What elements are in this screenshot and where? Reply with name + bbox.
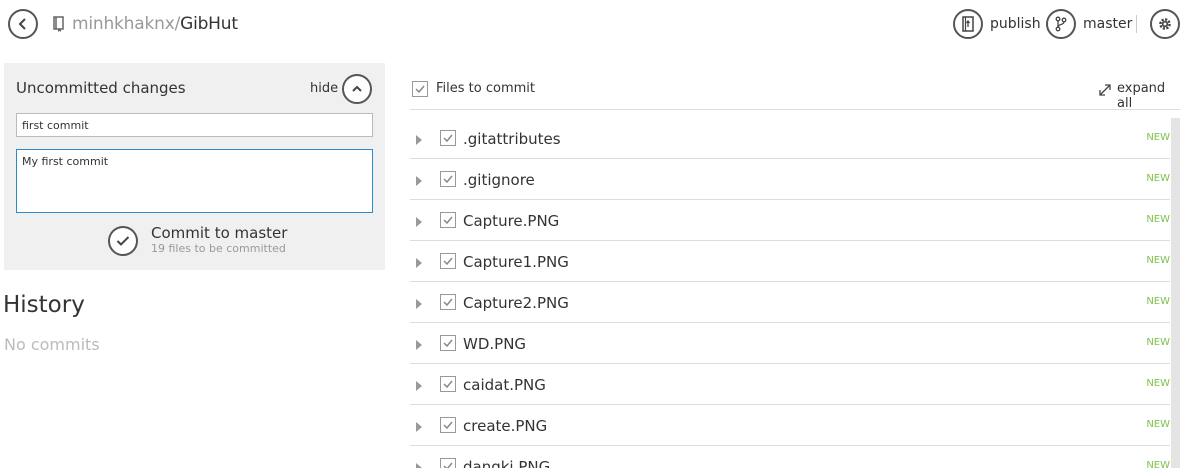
checkmark-icon [443,175,453,183]
hide-label[interactable]: hide [310,81,338,96]
file-row[interactable]: WD.PNG NEW [410,323,1170,364]
checkmark-icon [415,85,425,93]
publish-label[interactable]: publish [990,16,1041,32]
expand-arrow-icon[interactable] [415,459,423,468]
file-status-badge: NEW [1146,173,1170,184]
file-checkbox[interactable] [440,335,456,351]
expand-arrow-icon[interactable] [415,254,423,273]
expand-arrow-icon[interactable] [415,131,423,150]
select-all-checkbox[interactable] [412,81,428,97]
file-name: create.PNG [463,417,548,435]
file-name: .gitattributes [463,130,561,148]
files-header: Files to commit expand all [410,74,1180,111]
file-row[interactable]: .gitignore NEW [410,159,1170,200]
file-checkbox[interactable] [440,376,456,392]
publish-button[interactable] [953,9,983,39]
file-row[interactable]: Capture1.PNG NEW [410,241,1170,282]
file-row[interactable]: .gitattributes NEW [410,118,1170,159]
header-divider [1136,15,1137,33]
repo-name[interactable]: GibHut [180,14,238,34]
file-checkbox[interactable] [440,212,456,228]
checkmark-icon [443,134,453,142]
commit-description-input[interactable]: My first commit [16,149,373,213]
file-row[interactable]: dangki.PNG NEW [410,446,1170,468]
chevron-up-icon [352,85,362,92]
gear-icon [1159,18,1171,30]
files-title: Files to commit [436,81,535,96]
checkmark-icon [443,216,453,224]
commit-summary-input[interactable] [16,113,373,137]
branch-button[interactable] [1046,9,1076,39]
file-status-badge: NEW [1146,296,1170,307]
file-status-badge: NEW [1146,337,1170,348]
expand-arrow-icon[interactable] [415,377,423,396]
scrollbar[interactable] [1171,118,1180,468]
checkmark-icon [443,339,453,347]
branch-icon [1055,16,1067,32]
file-status-badge: NEW [1146,214,1170,225]
file-name: Capture2.PNG [463,294,569,312]
file-checkbox[interactable] [440,253,456,269]
file-list: .gitattributes NEW .gitignore NEW Capture.PN… [410,118,1170,468]
file-status-badge: NEW [1146,419,1170,430]
branch-label[interactable]: master [1083,16,1132,32]
settings-button[interactable] [1150,9,1180,39]
file-status-badge: NEW [1146,255,1170,266]
history-empty-text: No commits [4,335,100,354]
chevron-left-icon [18,18,26,30]
repo-icon [53,16,65,36]
file-checkbox[interactable] [440,417,456,433]
file-name: .gitignore [463,171,535,189]
commit-label[interactable]: Commit to master [151,224,287,242]
file-row[interactable]: Capture.PNG NEW [410,200,1170,241]
repo-title: minhkhaknx/GibHut [72,14,238,34]
check-icon [116,236,130,246]
publish-icon [962,16,974,32]
uncommitted-title: Uncommitted changes [16,79,186,97]
back-button[interactable] [8,9,38,39]
file-name: Capture.PNG [463,212,560,230]
checkmark-icon [443,298,453,306]
checkmark-icon [443,380,453,388]
expand-arrow-icon[interactable] [415,418,423,437]
expand-all-link[interactable]: expand all [1117,81,1180,111]
checkmark-icon [443,421,453,429]
file-checkbox[interactable] [440,294,456,310]
history-title: History [3,292,85,318]
file-status-badge: NEW [1146,132,1170,143]
commit-count-text: 19 files to be committed [151,242,286,255]
file-status-badge: NEW [1146,460,1170,468]
file-checkbox[interactable] [440,458,456,468]
expand-arrow-icon[interactable] [415,172,423,191]
checkmark-icon [443,257,453,265]
commit-panel: Uncommitted changes hide My first commit… [4,63,385,270]
file-checkbox[interactable] [440,130,456,146]
expand-arrow-icon[interactable] [415,336,423,355]
file-checkbox[interactable] [440,171,456,187]
repo-owner[interactable]: minhkhaknx [72,14,175,34]
file-status-badge: NEW [1146,378,1170,389]
file-row[interactable]: Capture2.PNG NEW [410,282,1170,323]
expand-icon[interactable] [1098,82,1112,101]
file-name: WD.PNG [463,335,527,353]
file-name: dangki.PNG [463,458,551,468]
hide-button[interactable] [342,74,372,104]
expand-arrow-icon[interactable] [415,295,423,314]
commit-button[interactable] [108,226,138,256]
file-name: caidat.PNG [463,376,546,394]
file-row[interactable]: create.PNG NEW [410,405,1170,446]
file-name: Capture1.PNG [463,253,569,271]
file-row[interactable]: caidat.PNG NEW [410,364,1170,405]
expand-arrow-icon[interactable] [415,213,423,232]
checkmark-icon [443,462,453,468]
